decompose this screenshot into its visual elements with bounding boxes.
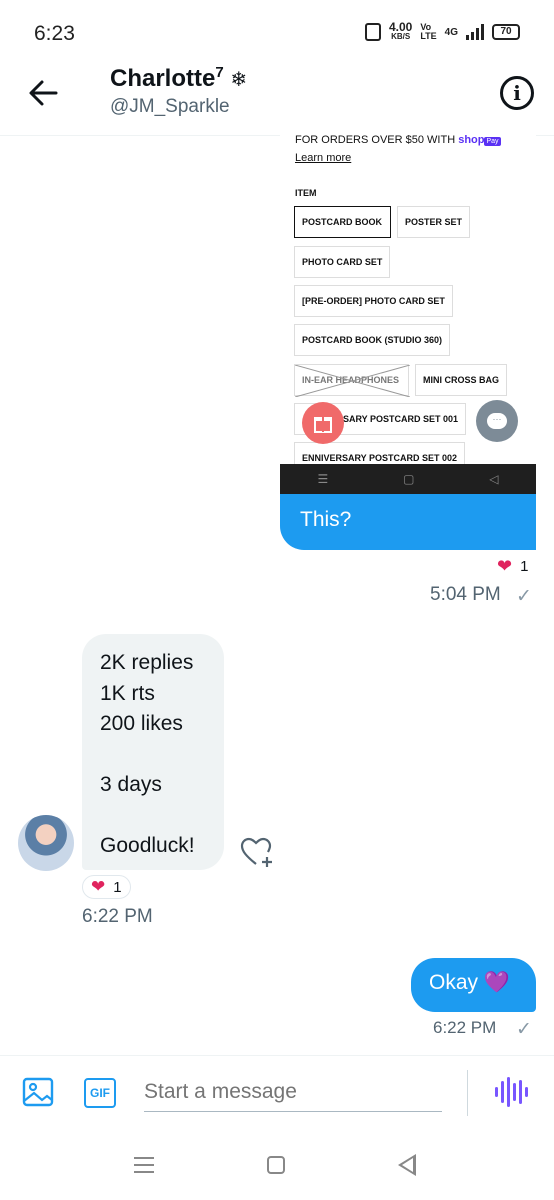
- image-button[interactable]: [22, 1076, 54, 1108]
- menu-icon: ☰: [317, 472, 329, 486]
- message-line: Goodluck!: [100, 834, 195, 857]
- status-icons: 4.00 KB/S Vo LTE 4G 70: [364, 20, 520, 42]
- status-time: 6:23: [34, 22, 75, 45]
- contact-name[interactable]: Charlotte7 ❄: [110, 64, 247, 93]
- snowflake-icon: ❄: [230, 69, 248, 91]
- option-photo-card-set: PHOTO CARD SET: [294, 246, 391, 278]
- check-icon: ✓: [516, 1019, 532, 1040]
- status-bar: 6:23 4.00 KB/S Vo LTE 4G 70: [0, 0, 554, 64]
- vibrate-icon: [364, 23, 381, 41]
- signal-icon: [466, 24, 484, 40]
- network-type: 4G: [444, 26, 458, 38]
- option-postcard-book: POSTCARD BOOK: [294, 206, 391, 238]
- option-poster-set: POSTER SET: [397, 206, 471, 238]
- reaction-count: 1: [520, 558, 529, 575]
- message-time: 6:22 PM: [433, 1018, 497, 1037]
- divider: [467, 1070, 468, 1116]
- learn-more-link: Learn more: [295, 152, 352, 164]
- promo-line: FOR ORDERS OVER $50 WITH: [295, 134, 456, 146]
- speed-value: 4.00: [388, 20, 413, 34]
- option-postcard-book-studio: POSTCARD BOOK (STUDIO 360): [294, 324, 451, 356]
- heart-icon: ❤: [91, 877, 106, 896]
- message-bubble-sent[interactable]: This?: [280, 494, 536, 550]
- option-in-ear-headphones: IN-EAR HEADPHONES: [294, 364, 410, 397]
- volte-indicator: Vo LTE: [420, 23, 436, 41]
- battery-icon: 70: [492, 24, 520, 40]
- promo-text: FOR ORDERS OVER $50 WITH shop Pay: [295, 134, 501, 146]
- reaction-sent-1[interactable]: ❤ 1: [497, 556, 528, 577]
- message-line: 2K replies: [100, 651, 194, 674]
- network-speed: 4.00 KB/S: [388, 20, 413, 42]
- heart-icon: ❤: [497, 556, 513, 576]
- reaction-received[interactable]: ❤ 1: [82, 875, 131, 899]
- message-bubble-sent[interactable]: Okay 💜: [411, 958, 536, 1012]
- reaction-count: 1: [113, 878, 122, 896]
- back-triangle-icon: ◁: [489, 472, 499, 486]
- check-icon: ✓: [516, 586, 532, 607]
- home-icon: ▢: [403, 472, 415, 486]
- message-line: 3 days: [100, 773, 162, 796]
- message-composer: GIF: [0, 1055, 554, 1127]
- contact-name-sup: 7: [215, 64, 224, 81]
- message-line: [100, 801, 224, 832]
- gif-button[interactable]: GIF: [84, 1078, 116, 1108]
- message-line: 200 likes: [100, 712, 183, 735]
- message-time: 5:04 PM: [430, 584, 501, 605]
- conversation-header: Charlotte7 ❄ @JM_Sparkle i: [0, 64, 554, 136]
- shop-brand: shop: [458, 134, 485, 146]
- speed-unit: KB/S: [391, 32, 411, 41]
- gif-icon: GIF: [90, 1086, 110, 1100]
- info-icon: i: [513, 81, 521, 105]
- contact-name-text: Charlotte: [110, 65, 216, 92]
- back-button[interactable]: [26, 78, 62, 108]
- arrow-left-icon: [29, 80, 58, 106]
- attachment-navbar: ☰ ▢ ◁: [280, 464, 536, 494]
- unavailable-cross-icon: [295, 365, 410, 397]
- message-line: 1K rts: [100, 681, 155, 705]
- image-icon: [22, 1077, 54, 1107]
- contact-handle[interactable]: @JM_Sparkle: [110, 96, 230, 118]
- info-button[interactable]: i: [500, 76, 534, 110]
- message-time: 6:22 PM: [82, 906, 153, 927]
- image-attachment[interactable]: FOR ORDERS OVER $50 WITH shop Pay Learn m…: [280, 128, 536, 550]
- heart-plus-icon: [240, 837, 272, 867]
- attachment-content: FOR ORDERS OVER $50 WITH shop Pay Learn m…: [280, 128, 536, 474]
- message-bubble-received[interactable]: 2K replies 1K rts 200 likes 3 days Goodl…: [82, 634, 224, 870]
- system-back-button[interactable]: [398, 1154, 416, 1176]
- item-label: ITEM: [295, 188, 317, 198]
- message-input[interactable]: [144, 1072, 442, 1112]
- shop-pay-badge: Pay: [484, 137, 501, 146]
- home-button[interactable]: [267, 1156, 285, 1174]
- voice-message-button[interactable]: [494, 1076, 528, 1108]
- avatar[interactable]: [18, 815, 74, 871]
- option-mini-cross-bag: MINI CROSS BAG: [415, 364, 508, 396]
- react-button[interactable]: [240, 836, 276, 870]
- system-navigation: [0, 1130, 554, 1200]
- option-preorder-photo-card-set: [PRE-ORDER] PHOTO CARD SET: [294, 285, 453, 317]
- message-line: [100, 740, 224, 771]
- volte-bottom: LTE: [420, 31, 437, 41]
- gift-icon: [302, 402, 344, 444]
- chat-icon: ···: [476, 400, 518, 442]
- recents-button[interactable]: [134, 1157, 154, 1178]
